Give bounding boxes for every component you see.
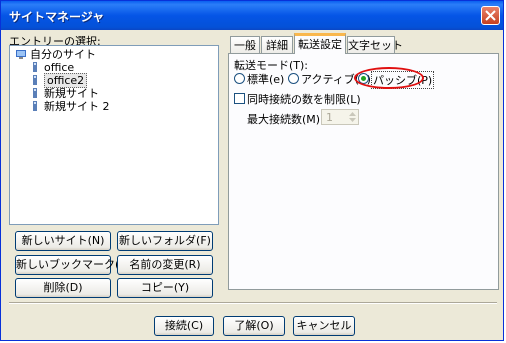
title-bar[interactable]: サイトマネージャ <box>1 1 503 30</box>
new-folder-button[interactable]: 新しいフォルダ(F) <box>117 231 213 251</box>
max-connections-value: 1 <box>326 111 333 124</box>
connect-button[interactable]: 接続(C) <box>154 316 214 336</box>
radio-standard-label[interactable]: 標準(e) <box>247 71 284 87</box>
tree-item-new-site-2[interactable]: 新規サイト 2 <box>30 100 110 114</box>
delete-button[interactable]: 削除(D) <box>15 278 111 298</box>
tab-charset[interactable]: 文字セット <box>347 36 403 54</box>
bottom-separator <box>9 302 497 304</box>
copy-button[interactable]: コピー(Y) <box>117 278 213 298</box>
new-site-button[interactable]: 新しいサイト(N) <box>15 231 111 251</box>
server-icon <box>33 101 37 111</box>
tab-transfer-settings[interactable]: 転送設定 <box>294 33 346 54</box>
tab-general[interactable]: 一般 <box>230 36 260 54</box>
cancel-button[interactable]: キャンセル <box>293 316 355 336</box>
spin-arrows-icon <box>349 112 356 122</box>
site-manager-window: サイトマネージャ エントリーの選択: 自分のサイト office office2… <box>0 0 504 341</box>
tree-root-label: 自分のサイト <box>30 48 96 61</box>
max-connections-label: 最大接続数(M): <box>247 113 324 126</box>
tree-item-label: 新規サイト 2 <box>44 100 110 113</box>
radio-standard[interactable] <box>234 73 245 84</box>
window-title: サイトマネージャ <box>9 10 105 24</box>
rename-button[interactable]: 名前の変更(R) <box>117 255 213 275</box>
tree-item-office2[interactable]: office2 <box>30 73 88 88</box>
tree-item-label: office2 <box>44 73 88 88</box>
close-icon <box>485 10 496 21</box>
radio-active[interactable] <box>288 73 299 84</box>
server-icon <box>33 62 37 72</box>
new-bookmark-button[interactable]: 新しいブックマーク(M) <box>15 255 133 275</box>
passive-highlight-circle <box>354 67 424 89</box>
limit-connections-checkbox[interactable] <box>234 93 245 104</box>
ok-button[interactable]: 了解(O) <box>223 316 285 336</box>
tab-details[interactable]: 詳細 <box>261 36 293 54</box>
tree-root[interactable]: 自分のサイト <box>16 48 96 62</box>
close-button[interactable] <box>481 6 500 25</box>
computer-icon <box>16 50 26 59</box>
server-icon <box>33 75 37 85</box>
max-connections-spinner[interactable]: 1 <box>321 109 359 125</box>
transfer-settings-panel <box>228 53 499 290</box>
server-icon <box>33 88 37 98</box>
limit-connections-label[interactable]: 同時接続の数を制限(L) <box>247 91 361 107</box>
tree-item-new-site[interactable]: 新規サイト <box>30 87 99 101</box>
site-tree[interactable]: 自分のサイト office office2 新規サイト 新規サイト 2 <box>9 45 219 225</box>
tree-item-label: 新規サイト <box>44 87 99 100</box>
